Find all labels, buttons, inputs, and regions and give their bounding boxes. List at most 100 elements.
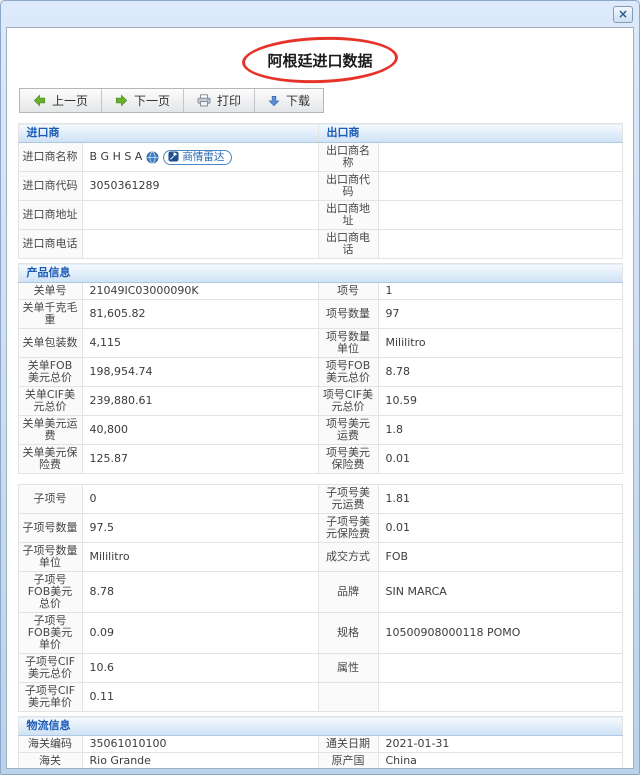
field-value bbox=[377, 171, 623, 201]
arrow-down-icon bbox=[268, 95, 280, 107]
field-label: 子项号CIF美元单价 bbox=[17, 682, 83, 712]
field-label: 属性 bbox=[317, 653, 379, 683]
field-label: 子项号数量 bbox=[17, 513, 83, 543]
import-data-dialog: × 阿根廷进口数据 上一页 下一页 打印 下载 进口商 出口商 进口商名称 B … bbox=[0, 0, 640, 775]
field-value: 8.78 bbox=[377, 357, 623, 387]
field-label: 海关编码 bbox=[17, 735, 83, 753]
field-label: 项号FOB美元总价 bbox=[317, 357, 379, 387]
printer-icon bbox=[197, 94, 211, 107]
field-label: 子项号数量单位 bbox=[17, 542, 83, 572]
field-label: 关单美元保险费 bbox=[17, 444, 83, 474]
radar-icon bbox=[168, 151, 179, 162]
field-value: 3050361289 bbox=[81, 171, 319, 201]
field-label: 出口商代码 bbox=[317, 171, 379, 201]
table-row: 海关编码 35061010100 通关日期 2021-01-31 bbox=[17, 735, 623, 753]
field-value: 35061010100 bbox=[81, 735, 319, 753]
print-button[interactable]: 打印 bbox=[184, 89, 256, 112]
prev-page-label: 上一页 bbox=[52, 94, 89, 108]
field-label: 海关 bbox=[17, 752, 83, 768]
table-row: 子项号 0 子项号美元运费 1.81 bbox=[17, 484, 623, 514]
field-value bbox=[377, 229, 623, 259]
field-label: 关单FOB美元总价 bbox=[17, 357, 83, 387]
field-value: 10500908000118 POMO bbox=[377, 612, 623, 654]
field-value: 0.01 bbox=[377, 513, 623, 543]
product-section-header: 产品信息 bbox=[17, 263, 623, 283]
globe-icon[interactable] bbox=[146, 151, 159, 164]
field-label: 子项号美元保险费 bbox=[317, 513, 379, 543]
table-row: 子项号数量单位 Mililitro 成交方式 FOB bbox=[17, 542, 623, 572]
table-row: 子项号FOB美元单价 0.09 规格 10500908000118 POMO bbox=[17, 612, 623, 654]
field-label: 出口商电话 bbox=[317, 229, 379, 259]
field-label: 出口商地址 bbox=[317, 200, 379, 230]
field-label: 子项号FOB美元单价 bbox=[17, 612, 83, 654]
table-row: 进口商电话 出口商电话 bbox=[17, 229, 623, 259]
field-label bbox=[317, 682, 379, 712]
next-page-button[interactable]: 下一页 bbox=[102, 89, 185, 112]
field-value: 10.6 bbox=[81, 653, 319, 683]
field-label: 项号美元保险费 bbox=[317, 444, 379, 474]
product-table: 产品信息 关单号 21049IC03000090K 项号 1 关单千克毛重 81… bbox=[17, 263, 623, 474]
field-value: 97 bbox=[377, 299, 623, 329]
field-label: 出口商名称 bbox=[317, 142, 379, 172]
table-row: 子项号FOB美元总价 8.78 品牌 SIN MARCA bbox=[17, 571, 623, 613]
importer-name: B G H S A bbox=[89, 150, 143, 163]
prev-page-button[interactable]: 上一页 bbox=[20, 89, 103, 112]
field-label: 品牌 bbox=[317, 571, 379, 613]
field-value: 1.81 bbox=[377, 484, 623, 514]
arrow-right-icon bbox=[115, 94, 128, 107]
table-row: 产品信息 bbox=[17, 263, 623, 283]
toolbar: 上一页 下一页 打印 下载 bbox=[19, 88, 325, 113]
table-row: 关单FOB美元总价 198,954.74 项号FOB美元总价 8.78 bbox=[17, 357, 623, 387]
field-label: 通关日期 bbox=[317, 735, 379, 753]
field-value: Mililitro bbox=[377, 328, 623, 358]
field-label: 成交方式 bbox=[317, 542, 379, 572]
radar-badge-label: 商情雷达 bbox=[182, 150, 225, 163]
importer-section-header: 进口商 bbox=[17, 123, 319, 143]
field-value: 40,800 bbox=[81, 415, 319, 445]
importer-name-value: B G H S A 商情雷达 bbox=[81, 142, 319, 172]
field-label: 关单号 bbox=[17, 282, 83, 300]
table-row: 子项号CIF美元总价 10.6 属性 bbox=[17, 653, 623, 683]
field-value: 8.78 bbox=[81, 571, 319, 613]
field-value: Mililitro bbox=[81, 542, 319, 572]
field-label: 进口商代码 bbox=[17, 171, 83, 201]
field-label: 项号CIF美元总价 bbox=[317, 386, 379, 416]
field-value bbox=[377, 200, 623, 230]
field-value: 81,605.82 bbox=[81, 299, 319, 329]
field-value: 4,115 bbox=[81, 328, 319, 358]
field-label: 进口商名称 bbox=[17, 142, 83, 172]
field-label: 子项号美元运费 bbox=[317, 484, 379, 514]
parties-table: 进口商 出口商 进口商名称 B G H S A 商情雷达 出口商名称 进口商代码… bbox=[17, 123, 623, 259]
business-radar-badge[interactable]: 商情雷达 bbox=[163, 149, 233, 165]
field-label: 项号 bbox=[317, 282, 379, 300]
logistics-table: 物流信息 海关编码 35061010100 通关日期 2021-01-31 海关… bbox=[17, 716, 623, 768]
field-value: 0.09 bbox=[81, 612, 319, 654]
table-row: 进口商 出口商 bbox=[17, 123, 623, 143]
field-value: 1.8 bbox=[377, 415, 623, 445]
field-value bbox=[81, 229, 319, 259]
title-area: 阿根廷进口数据 bbox=[7, 34, 633, 86]
download-button[interactable]: 下载 bbox=[255, 89, 323, 112]
table-row: 子项号数量 97.5 子项号美元保险费 0.01 bbox=[17, 513, 623, 543]
dialog-content: 阿根廷进口数据 上一页 下一页 打印 下载 进口商 出口商 进口商名称 B G … bbox=[6, 27, 634, 769]
field-value bbox=[81, 200, 319, 230]
close-icon[interactable]: × bbox=[613, 5, 633, 23]
field-value: 97.5 bbox=[81, 513, 319, 543]
logistics-section-header: 物流信息 bbox=[17, 716, 623, 736]
field-value: 198,954.74 bbox=[81, 357, 319, 387]
field-label: 关单美元运费 bbox=[17, 415, 83, 445]
table-row: 关单CIF美元总价 239,880.61 项号CIF美元总价 10.59 bbox=[17, 386, 623, 416]
field-value: 239,880.61 bbox=[81, 386, 319, 416]
field-label: 进口商地址 bbox=[17, 200, 83, 230]
field-label: 子项号CIF美元总价 bbox=[17, 653, 83, 683]
field-value: Rio Grande bbox=[81, 752, 319, 768]
field-label: 原产国 bbox=[317, 752, 379, 768]
arrow-left-icon bbox=[33, 94, 46, 107]
print-label: 打印 bbox=[217, 94, 242, 108]
field-value bbox=[377, 142, 623, 172]
field-value: 21049IC03000090K bbox=[81, 282, 319, 300]
table-row: 关单美元保险费 125.87 项号美元保险费 0.01 bbox=[17, 444, 623, 474]
field-value: SIN MARCA bbox=[377, 571, 623, 613]
sub-item-table: 子项号 0 子项号美元运费 1.81 子项号数量 97.5 子项号美元保险费 0… bbox=[17, 484, 623, 712]
